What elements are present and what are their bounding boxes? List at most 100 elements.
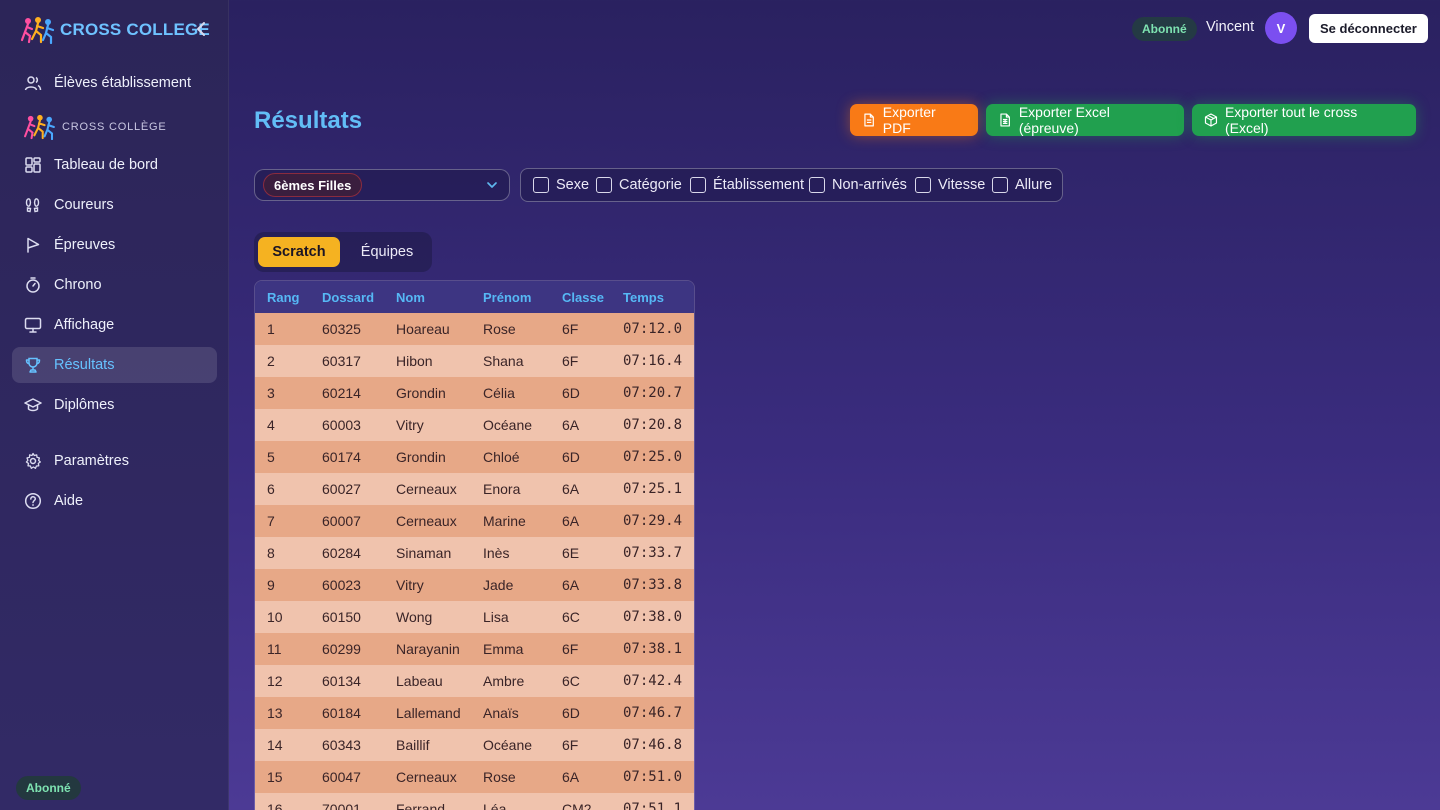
- sidebar-item-label: Diplômes: [54, 397, 115, 413]
- column-header-nom[interactable]: Nom: [396, 290, 425, 305]
- cell-temps: 07:46.8: [623, 737, 683, 753]
- table-row[interactable]: 16 70001 Ferrand Léa CM2 07:51.1: [255, 793, 694, 810]
- cell-nom: Wong: [396, 609, 433, 625]
- cell-dossard: 60317: [322, 353, 361, 369]
- cell-dossard: 60284: [322, 545, 361, 561]
- cell-classe: 6A: [562, 417, 580, 433]
- sidebar-item-coureurs[interactable]: Coureurs: [12, 187, 217, 223]
- sidebar-item-label: Chrono: [54, 277, 102, 293]
- cell-dossard: 70001: [322, 801, 361, 810]
- table-row[interactable]: 3 60214 Grondin Célia 6D 07:20.7: [255, 377, 694, 409]
- cell-rang: 10: [267, 609, 283, 625]
- cell-nom: Vitry: [396, 577, 424, 593]
- race-select[interactable]: 6èmes Filles: [254, 169, 510, 201]
- table-row[interactable]: 5 60174 Grondin Chloé 6D 07:25.0: [255, 441, 694, 473]
- sidebar-item-epreuves[interactable]: Épreuves: [12, 227, 217, 263]
- cell-dossard: 60023: [322, 577, 361, 593]
- tab-equipes[interactable]: Équipes: [348, 237, 426, 267]
- table-row[interactable]: 14 60343 Baillif Océane 6F 07:46.8: [255, 729, 694, 761]
- sidebar-item-chrono[interactable]: Chrono: [12, 267, 217, 303]
- export-pdf-button[interactable]: Exporter PDF: [850, 104, 978, 136]
- checkbox-categorie[interactable]: Catégorie: [596, 177, 682, 193]
- table-row[interactable]: 10 60150 Wong Lisa 6C 07:38.0: [255, 601, 694, 633]
- column-toggles: Sexe Catégorie Établissement Non-arrivés…: [520, 168, 1063, 202]
- cell-rang: 14: [267, 737, 283, 753]
- checkbox-box[interactable]: [596, 177, 612, 193]
- table-row[interactable]: 13 60184 Lallemand Anaïs 6D 07:46.7: [255, 697, 694, 729]
- tab-scratch[interactable]: Scratch: [258, 237, 340, 267]
- checkbox-allure[interactable]: Allure: [992, 177, 1052, 193]
- cell-rang: 16: [267, 801, 283, 810]
- table-row[interactable]: 7 60007 Cerneaux Marine 6A 07:29.4: [255, 505, 694, 537]
- column-header-temps[interactable]: Temps: [623, 290, 664, 305]
- help-icon: [24, 492, 42, 510]
- sidebar-item-tableau-de-bord[interactable]: Tableau de bord: [12, 147, 217, 183]
- cell-nom: Hibon: [396, 353, 433, 369]
- cell-rang: 1: [267, 321, 275, 337]
- logout-button[interactable]: Se déconnecter: [1309, 14, 1428, 43]
- sidebar-item-aide[interactable]: Aide: [12, 483, 217, 519]
- export-all-button[interactable]: Exporter tout le cross (Excel): [1192, 104, 1416, 136]
- column-header-prenom[interactable]: Prénom: [483, 290, 531, 305]
- cell-dossard: 60134: [322, 673, 361, 689]
- cell-dossard: 60343: [322, 737, 361, 753]
- cell-nom: Cerneaux: [396, 769, 457, 785]
- sidebar-item-resultats[interactable]: Résultats: [12, 347, 217, 383]
- column-header-classe[interactable]: Classe: [562, 290, 604, 305]
- runners-logo-icon: [24, 114, 55, 140]
- cell-dossard: 60150: [322, 609, 361, 625]
- table-row[interactable]: 15 60047 Cerneaux Rose 6A 07:51.0: [255, 761, 694, 793]
- checkbox-box[interactable]: [690, 177, 706, 193]
- cell-nom: Baillif: [396, 737, 430, 753]
- checkbox-box[interactable]: [533, 177, 549, 193]
- cell-prenom: Inès: [483, 545, 510, 561]
- cell-dossard: 60007: [322, 513, 361, 529]
- gear-icon: [24, 452, 42, 470]
- cell-dossard: 60174: [322, 449, 361, 465]
- cell-temps: 07:33.7: [623, 545, 683, 561]
- checkbox-box[interactable]: [915, 177, 931, 193]
- table-row[interactable]: 2 60317 Hibon Shana 6F 07:16.4: [255, 345, 694, 377]
- table-row[interactable]: 8 60284 Sinaman Inès 6E 07:33.7: [255, 537, 694, 569]
- table-row[interactable]: 9 60023 Vitry Jade 6A 07:33.8: [255, 569, 694, 601]
- table-row[interactable]: 6 60027 Cerneaux Enora 6A 07:25.1: [255, 473, 694, 505]
- race-select-value: 6èmes Filles: [263, 173, 363, 197]
- checkbox-vitesse[interactable]: Vitesse: [915, 177, 985, 193]
- cell-classe: 6F: [562, 321, 579, 337]
- checkbox-box[interactable]: [809, 177, 825, 193]
- cell-prenom: Léa: [483, 801, 507, 810]
- sidebar-item-diplomes[interactable]: Diplômes: [12, 387, 217, 423]
- sidebar-item-parametres[interactable]: Paramètres: [12, 443, 217, 479]
- graduation-cap-icon: [24, 396, 42, 414]
- column-header-rang[interactable]: Rang: [267, 290, 300, 305]
- checkbox-box[interactable]: [992, 177, 1008, 193]
- cell-classe: 6E: [562, 545, 580, 561]
- checkbox-non-arrives[interactable]: Non-arrivés: [809, 177, 907, 193]
- file-icon: [864, 113, 874, 127]
- checkbox-etablissement[interactable]: Établissement: [690, 177, 804, 193]
- stopwatch-icon: [24, 276, 42, 294]
- table-row[interactable]: 12 60134 Labeau Ambre 6C 07:42.4: [255, 665, 694, 697]
- monitor-icon: [24, 316, 42, 334]
- collapse-sidebar-button[interactable]: [192, 20, 210, 40]
- cell-classe: 6D: [562, 705, 580, 721]
- column-header-dossard[interactable]: Dossard: [322, 290, 374, 305]
- avatar[interactable]: V: [1265, 12, 1297, 44]
- cell-dossard: 60325: [322, 321, 361, 337]
- cell-classe: 6F: [562, 737, 579, 753]
- table-row[interactable]: 11 60299 Narayanin Emma 6F 07:38.1: [255, 633, 694, 665]
- brand[interactable]: CROSS COLLEGE: [20, 16, 210, 44]
- table-row[interactable]: 1 60325 Hoareau Rose 6F 07:12.0: [255, 313, 694, 345]
- table-row[interactable]: 4 60003 Vitry Océane 6A 07:20.8: [255, 409, 694, 441]
- sidebar-item-eleves[interactable]: Élèves établissement: [12, 65, 217, 101]
- cell-dossard: 60299: [322, 641, 361, 657]
- cell-classe: 6F: [562, 353, 579, 369]
- sidebar-item-affichage[interactable]: Affichage: [12, 307, 217, 343]
- checkbox-sexe[interactable]: Sexe: [533, 177, 589, 193]
- export-excel-button[interactable]: Exporter Excel (épreuve): [986, 104, 1184, 136]
- cell-classe: 6A: [562, 769, 580, 785]
- checkbox-label: Allure: [1015, 177, 1053, 193]
- checkbox-label: Établissement: [713, 177, 805, 193]
- cell-temps: 07:51.0: [623, 769, 683, 785]
- cell-rang: 9: [267, 577, 275, 593]
